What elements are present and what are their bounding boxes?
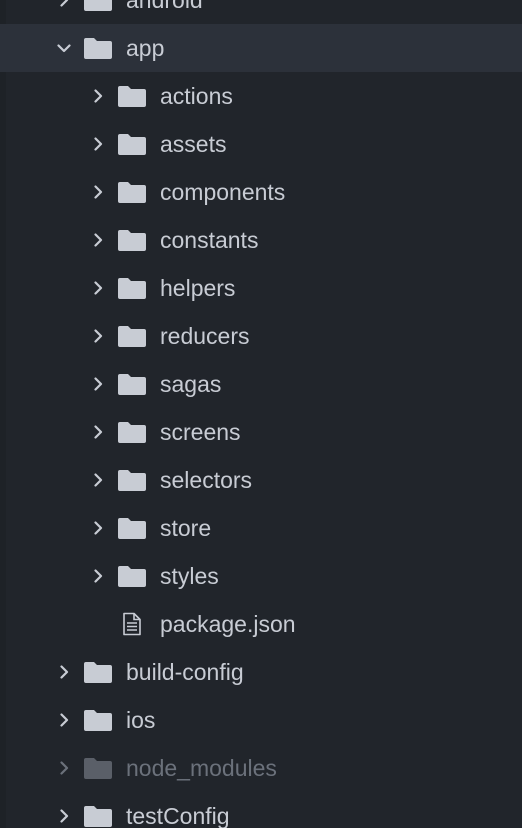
folder-icon: [83, 708, 113, 732]
tree-item-selectors[interactable]: selectors: [0, 456, 522, 504]
tree-item-package-json[interactable]: package.json: [0, 600, 522, 648]
tree-item-node-modules[interactable]: node_modules: [0, 744, 522, 792]
chevron-right-icon[interactable]: [57, 761, 71, 775]
tree-item-sagas[interactable]: sagas: [0, 360, 522, 408]
tree-item-label: package.json: [160, 611, 296, 637]
folder-icon: [117, 468, 147, 492]
tree-item-assets[interactable]: assets: [0, 120, 522, 168]
folder-icon: [117, 180, 147, 204]
folder-icon: [83, 0, 113, 12]
chevron-right-icon[interactable]: [91, 89, 105, 103]
chevron-right-icon[interactable]: [91, 473, 105, 487]
tree-item-label: store: [160, 515, 212, 541]
tree-item-constants[interactable]: constants: [0, 216, 522, 264]
chevron-right-icon[interactable]: [91, 281, 105, 295]
tree-item-label: actions: [160, 83, 233, 109]
chevron-right-icon[interactable]: [91, 329, 105, 343]
folder-icon: [83, 36, 113, 60]
tree-item-android[interactable]: android: [0, 0, 522, 24]
tree-item-label: testConfig: [126, 803, 230, 828]
tree-item-label: android: [126, 0, 203, 13]
chevron-right-icon[interactable]: [91, 425, 105, 439]
folder-icon: [83, 756, 113, 780]
chevron-right-icon[interactable]: [91, 521, 105, 535]
tree-item-build-config[interactable]: build-config: [0, 648, 522, 696]
tree-item-screens[interactable]: screens: [0, 408, 522, 456]
folder-icon: [83, 660, 113, 684]
chevron-right-icon[interactable]: [91, 233, 105, 247]
folder-icon: [117, 516, 147, 540]
tree-item-styles[interactable]: styles: [0, 552, 522, 600]
tree-item-label: app: [126, 35, 165, 61]
tree-item-label: selectors: [160, 467, 253, 493]
chevron-right-icon[interactable]: [57, 809, 71, 823]
tree-item-ios[interactable]: ios: [0, 696, 522, 744]
tree-item-label: helpers: [160, 275, 236, 301]
tree-item-label: ios: [126, 707, 156, 733]
chevron-right-icon[interactable]: [91, 377, 105, 391]
tree-item-label: sagas: [160, 371, 222, 397]
tree-item-label: node_modules: [126, 755, 277, 781]
tree-item-label: reducers: [160, 323, 250, 349]
tree-item-helpers[interactable]: helpers: [0, 264, 522, 312]
tree-item-testconfig[interactable]: testConfig: [0, 792, 522, 828]
folder-icon: [117, 324, 147, 348]
tree-item-store[interactable]: store: [0, 504, 522, 552]
chevron-down-icon[interactable]: [57, 41, 71, 55]
folder-icon: [117, 132, 147, 156]
file-text-icon: [117, 612, 147, 636]
tree-item-label: styles: [160, 563, 219, 589]
chevron-right-icon[interactable]: [57, 0, 71, 7]
folder-icon: [117, 564, 147, 588]
folder-icon: [117, 420, 147, 444]
tree-item-label: constants: [160, 227, 259, 253]
chevron-right-icon[interactable]: [57, 713, 71, 727]
chevron-right-icon[interactable]: [91, 569, 105, 583]
folder-icon: [117, 372, 147, 396]
chevron-right-icon[interactable]: [91, 185, 105, 199]
folder-icon: [117, 276, 147, 300]
chevron-right-icon[interactable]: [57, 665, 71, 679]
folder-icon: [117, 228, 147, 252]
tree-item-app[interactable]: app: [0, 24, 522, 72]
tree-item-reducers[interactable]: reducers: [0, 312, 522, 360]
tree-item-label: build-config: [126, 659, 244, 685]
tree-item-label: screens: [160, 419, 241, 445]
tree-item-label: assets: [160, 131, 227, 157]
folder-icon: [83, 804, 113, 828]
file-tree: android app actions assets components constan…: [0, 0, 522, 828]
folder-icon: [117, 84, 147, 108]
tree-item-label: components: [160, 179, 286, 205]
tree-item-components[interactable]: components: [0, 168, 522, 216]
chevron-right-icon[interactable]: [91, 137, 105, 151]
tree-item-actions[interactable]: actions: [0, 72, 522, 120]
